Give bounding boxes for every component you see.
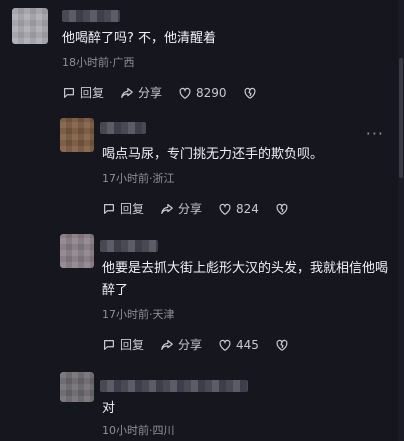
username-blurred[interactable] xyxy=(62,10,120,22)
reply-label: 回复 xyxy=(120,202,145,216)
comment-actions: 回复 分享 8290 xyxy=(62,84,257,101)
reply-button[interactable]: 回复 xyxy=(102,200,144,217)
comment-meta: 18小时前·广西 xyxy=(62,56,135,69)
comment-2: ··· 喝点马尿，专门挑无力还手的欺负呗。 17小时前·浙江 回复 分享 824 xyxy=(0,112,396,222)
share-button[interactable]: 分享 xyxy=(160,336,202,353)
avatar[interactable] xyxy=(60,372,94,402)
heart-icon xyxy=(219,203,231,215)
broken-heart-icon xyxy=(244,87,256,99)
heart-icon xyxy=(179,87,191,99)
share-label: 分享 xyxy=(178,202,203,216)
share-label: 分享 xyxy=(138,86,163,100)
share-icon xyxy=(161,339,173,350)
username-blurred[interactable] xyxy=(100,380,248,392)
like-count: 445 xyxy=(236,337,259,352)
comment-text: 对 xyxy=(102,401,116,416)
share-icon xyxy=(161,203,173,214)
comment-text: 喝点马尿，专门挑无力还手的欺负呗。 xyxy=(102,147,324,162)
reply-label: 回复 xyxy=(120,338,145,352)
share-button[interactable]: 分享 xyxy=(120,84,162,101)
scrollbar-track[interactable] xyxy=(398,0,404,441)
like-count: 8290 xyxy=(196,85,227,100)
comment-1: 他喝醉了吗? 不，他清醒着 18小时前·广西 回复 分享 8290 xyxy=(0,0,396,110)
scrollbar-thumb[interactable] xyxy=(399,58,403,178)
comment-text: 他喝醉了吗? 不，他清醒着 xyxy=(62,31,217,46)
username-blurred[interactable] xyxy=(100,122,146,134)
like-count: 824 xyxy=(236,201,259,216)
avatar[interactable] xyxy=(60,118,94,152)
comment-meta: 17小时前·浙江 xyxy=(102,172,175,185)
more-options-button[interactable]: ··· xyxy=(366,124,384,143)
comment-actions: 回复 分享 445 xyxy=(102,336,289,353)
comment-icon xyxy=(64,87,74,98)
avatar[interactable] xyxy=(60,234,94,268)
share-icon xyxy=(121,87,133,98)
reply-label: 回复 xyxy=(80,86,105,100)
comment-text: 他要是去抓大街上彪形大汉的头发，我就相信他喝 xyxy=(102,261,389,276)
dislike-button[interactable] xyxy=(275,338,289,352)
avatar[interactable] xyxy=(12,8,48,44)
comment-meta: 17小时前·天津 xyxy=(102,308,175,321)
broken-heart-icon xyxy=(276,339,288,351)
dislike-button[interactable] xyxy=(275,202,289,216)
comment-3: 他要是去抓大街上彪形大汉的头发，我就相信他喝 醉了 17小时前·天津 回复 分享… xyxy=(0,226,396,362)
username-blurred[interactable] xyxy=(100,240,158,252)
comment-meta: 10小时前·四川 xyxy=(102,424,175,437)
comment-icon xyxy=(104,203,114,214)
reply-button[interactable]: 回复 xyxy=(62,84,104,101)
comment-icon xyxy=(104,339,114,350)
dislike-button[interactable] xyxy=(243,86,257,100)
like-button[interactable]: 824 xyxy=(218,202,259,216)
comment-4: 对 10小时前·四川 xyxy=(0,366,396,441)
share-label: 分享 xyxy=(178,338,203,352)
reply-button[interactable]: 回复 xyxy=(102,336,144,353)
heart-icon xyxy=(219,339,231,351)
share-button[interactable]: 分享 xyxy=(160,200,202,217)
like-button[interactable]: 445 xyxy=(218,338,259,352)
broken-heart-icon xyxy=(276,203,288,215)
comment-text-line2: 醉了 xyxy=(102,283,129,298)
like-button[interactable]: 8290 xyxy=(178,86,227,100)
comment-actions: 回复 分享 824 xyxy=(102,200,289,217)
